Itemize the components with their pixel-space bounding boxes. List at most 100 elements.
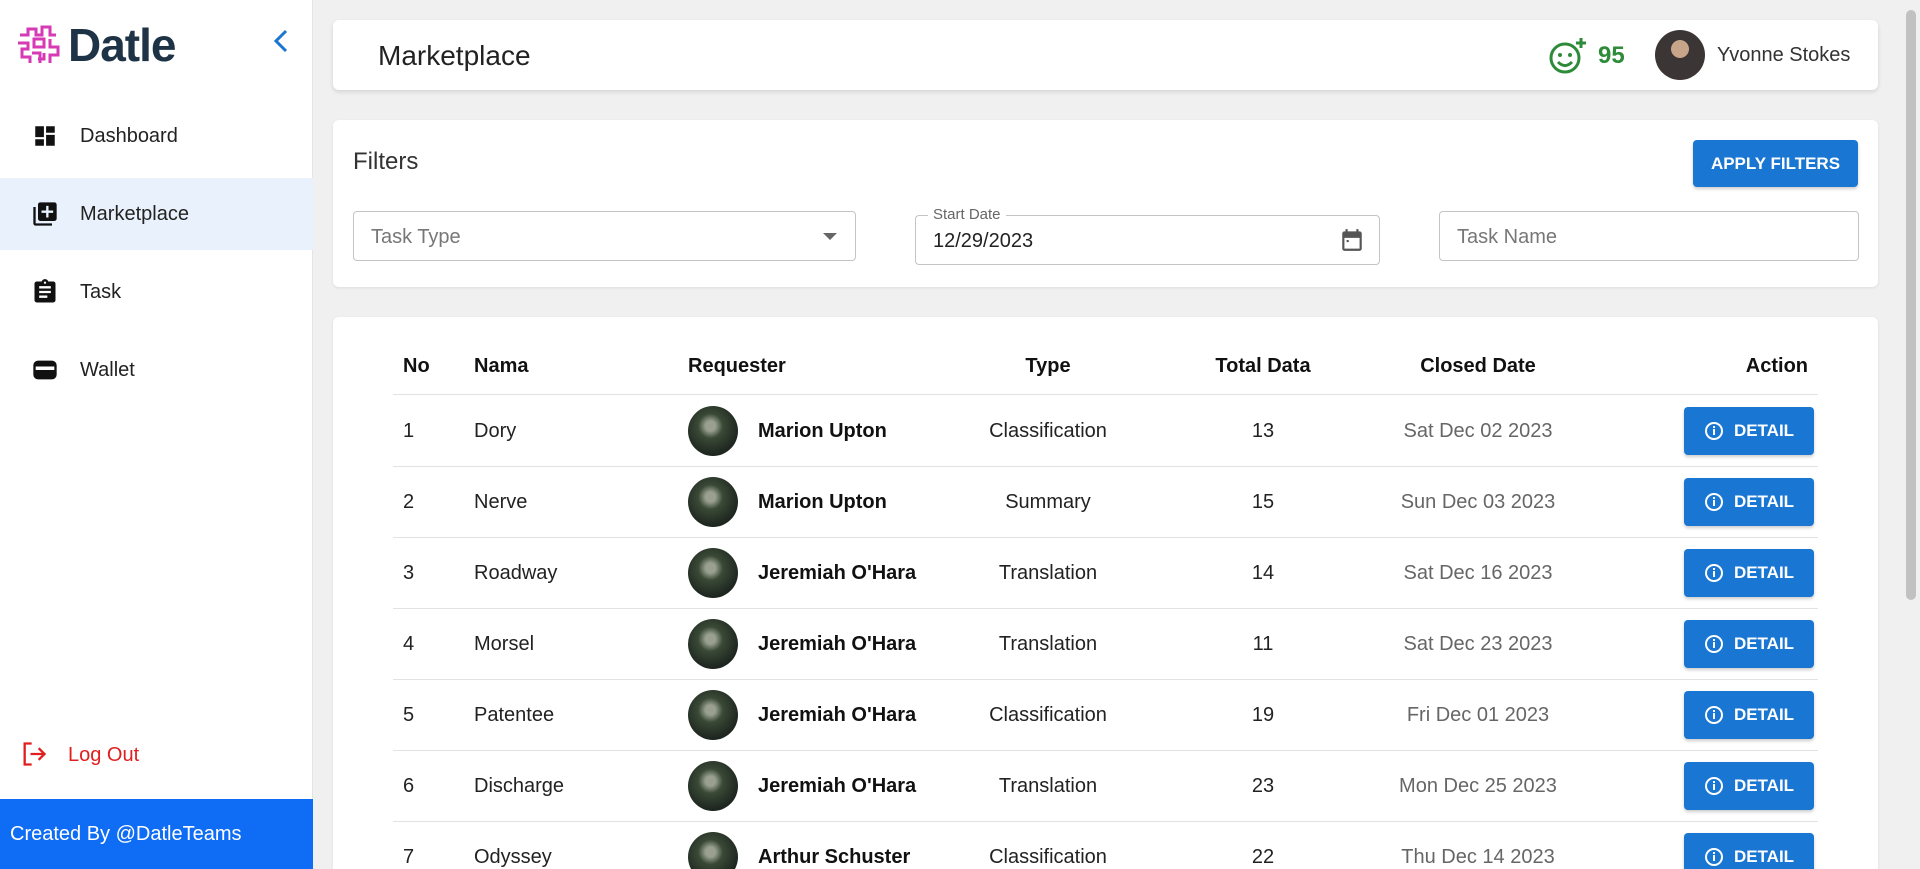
cell-type: Summary [1005, 491, 1091, 513]
avatar [688, 406, 738, 456]
top-header: Marketplace 95 Yvonne Stokes [333, 20, 1878, 90]
avatar [1655, 30, 1705, 80]
detail-button[interactable]: DETAIL [1684, 762, 1814, 810]
cell-no: 5 [403, 704, 415, 726]
table-row: 3 Roadway Jeremiah O'Hara Translation 14 Sat … [393, 538, 1818, 609]
cell-total-data: 13 [1251, 420, 1275, 442]
detail-label: DETAIL [1733, 705, 1795, 724]
sidebar-item-dashboard[interactable]: Dashboard [0, 100, 313, 172]
cell-total-data: 22 [1251, 846, 1275, 868]
logout-button[interactable]: Log Out [20, 740, 139, 770]
sidebar: Datle Dashboard Marketplace Task Wallet … [0, 0, 313, 869]
start-date-value: 12/29/2023 [933, 230, 1034, 252]
footer-credit: Created By @DatleTeams [0, 799, 313, 869]
info-icon [1704, 421, 1724, 441]
requester-name: Jeremiah O'Hara [758, 703, 917, 726]
score-badge[interactable]: 95 [1548, 36, 1625, 76]
task-type-select[interactable]: Task Type [353, 211, 856, 261]
cell-no: 1 [403, 420, 415, 442]
cell-total-data: 11 [1252, 633, 1274, 655]
detail-button[interactable]: DETAIL [1684, 407, 1814, 455]
header-total-data: Total Data [1215, 355, 1311, 377]
sidebar-item-label: Dashboard [80, 124, 178, 147]
table-row: 5 Patentee Jeremiah O'Hara Classification 19… [393, 680, 1818, 751]
filters-title: Filters [353, 148, 419, 175]
table-row: 4 Morsel Jeremiah O'Hara Translation 11 Sat D… [393, 609, 1818, 680]
user-menu[interactable]: Yvonne Stokes [1655, 30, 1850, 80]
cell-requester: Jeremiah O'Hara [688, 690, 916, 740]
dashboard-icon [30, 121, 60, 151]
detail-label: DETAIL [1733, 492, 1795, 511]
cell-nama: Dory [474, 420, 517, 442]
avatar [688, 548, 738, 598]
sidebar-item-wallet[interactable]: Wallet [0, 334, 313, 406]
chevron-left-icon [273, 29, 288, 53]
detail-button[interactable]: DETAIL [1684, 478, 1814, 526]
cell-type: Classification [989, 704, 1107, 726]
maze-logo-icon [18, 25, 60, 63]
sidebar-item-label: Marketplace [80, 202, 189, 225]
page-scrollbar[interactable] [1906, 10, 1916, 600]
collapse-sidebar-button[interactable] [268, 26, 294, 56]
info-icon [1704, 705, 1724, 725]
brand[interactable]: Datle [14, 18, 176, 72]
cell-nama: Odyssey [474, 846, 552, 868]
cell-no: 4 [403, 633, 415, 655]
task-type-placeholder: Task Type [371, 226, 461, 248]
filters-panel: Filters APPLY FILTERS Task Type Start Da… [333, 120, 1878, 287]
detail-button[interactable]: DETAIL [1684, 620, 1814, 668]
cell-type: Translation [998, 633, 1098, 655]
cell-closed-date: Thu Dec 14 2023 [1401, 846, 1555, 868]
avatar [688, 477, 738, 527]
start-date-label: Start Date [928, 206, 1006, 223]
user-name: Yvonne Stokes [1717, 43, 1851, 66]
detail-button[interactable]: DETAIL [1684, 833, 1814, 869]
table-header: No Nama Requester Type Total Data Closed… [393, 355, 1818, 395]
apply-filters-button[interactable]: APPLY FILTERS [1693, 140, 1858, 187]
calendar-icon[interactable] [1339, 227, 1365, 253]
cell-type: Classification [989, 420, 1107, 442]
cell-closed-date: Sun Dec 03 2023 [1400, 491, 1556, 513]
table-row: 6 Discharge Jeremiah O'Hara Translation 23 Mo… [393, 751, 1818, 822]
logout-icon [20, 740, 50, 770]
avatar [688, 832, 738, 869]
cell-total-data: 15 [1251, 491, 1275, 513]
table-row: 1 Dory Marion Upton Classification 13 Sat Dec… [393, 396, 1818, 467]
avatar [688, 761, 738, 811]
requester-name: Arthur Schuster [758, 845, 911, 868]
header-type: Type [1025, 355, 1071, 377]
cell-total-data: 19 [1251, 704, 1275, 726]
start-date-field[interactable]: Start Date 12/29/2023 [915, 206, 1380, 265]
cell-total-data: 23 [1251, 775, 1275, 797]
cell-no: 7 [403, 846, 415, 868]
task-name-input[interactable]: Task Name [1439, 211, 1859, 261]
info-icon [1704, 634, 1724, 654]
avatar [688, 619, 738, 669]
wallet-icon [30, 355, 60, 385]
sidebar-item-marketplace[interactable]: Marketplace [0, 178, 313, 250]
cell-no: 6 [403, 775, 415, 797]
cell-closed-date: Sat Dec 23 2023 [1403, 633, 1553, 655]
cell-requester: Jeremiah O'Hara [688, 548, 916, 598]
sidebar-item-task[interactable]: Task [0, 256, 313, 328]
detail-label: DETAIL [1733, 563, 1795, 582]
cell-requester: Arthur Schuster [688, 832, 910, 869]
cell-nama: Roadway [474, 562, 558, 584]
brand-name: Datle [68, 19, 176, 71]
detail-button[interactable]: DETAIL [1684, 691, 1814, 739]
dropdown-arrow-icon [823, 233, 837, 240]
add-box-icon [30, 199, 60, 229]
detail-label: DETAIL [1733, 634, 1795, 653]
table-row: 7 Odyssey Arthur Schuster Classification 22 T… [393, 822, 1818, 869]
cell-closed-date: Fri Dec 01 2023 [1406, 704, 1550, 726]
cell-closed-date: Sat Dec 16 2023 [1403, 562, 1553, 584]
cell-type: Translation [998, 775, 1098, 797]
header-action: Action [1745, 355, 1808, 377]
sidebar-nav: Dashboard Marketplace Task Wallet [0, 100, 313, 412]
detail-label: DETAIL [1733, 776, 1795, 795]
detail-button[interactable]: DETAIL [1684, 549, 1814, 597]
score-value: 95 [1598, 42, 1625, 69]
sidebar-item-label: Task [80, 280, 122, 303]
task-name-placeholder: Task Name [1457, 226, 1558, 248]
cell-no: 3 [403, 562, 415, 584]
